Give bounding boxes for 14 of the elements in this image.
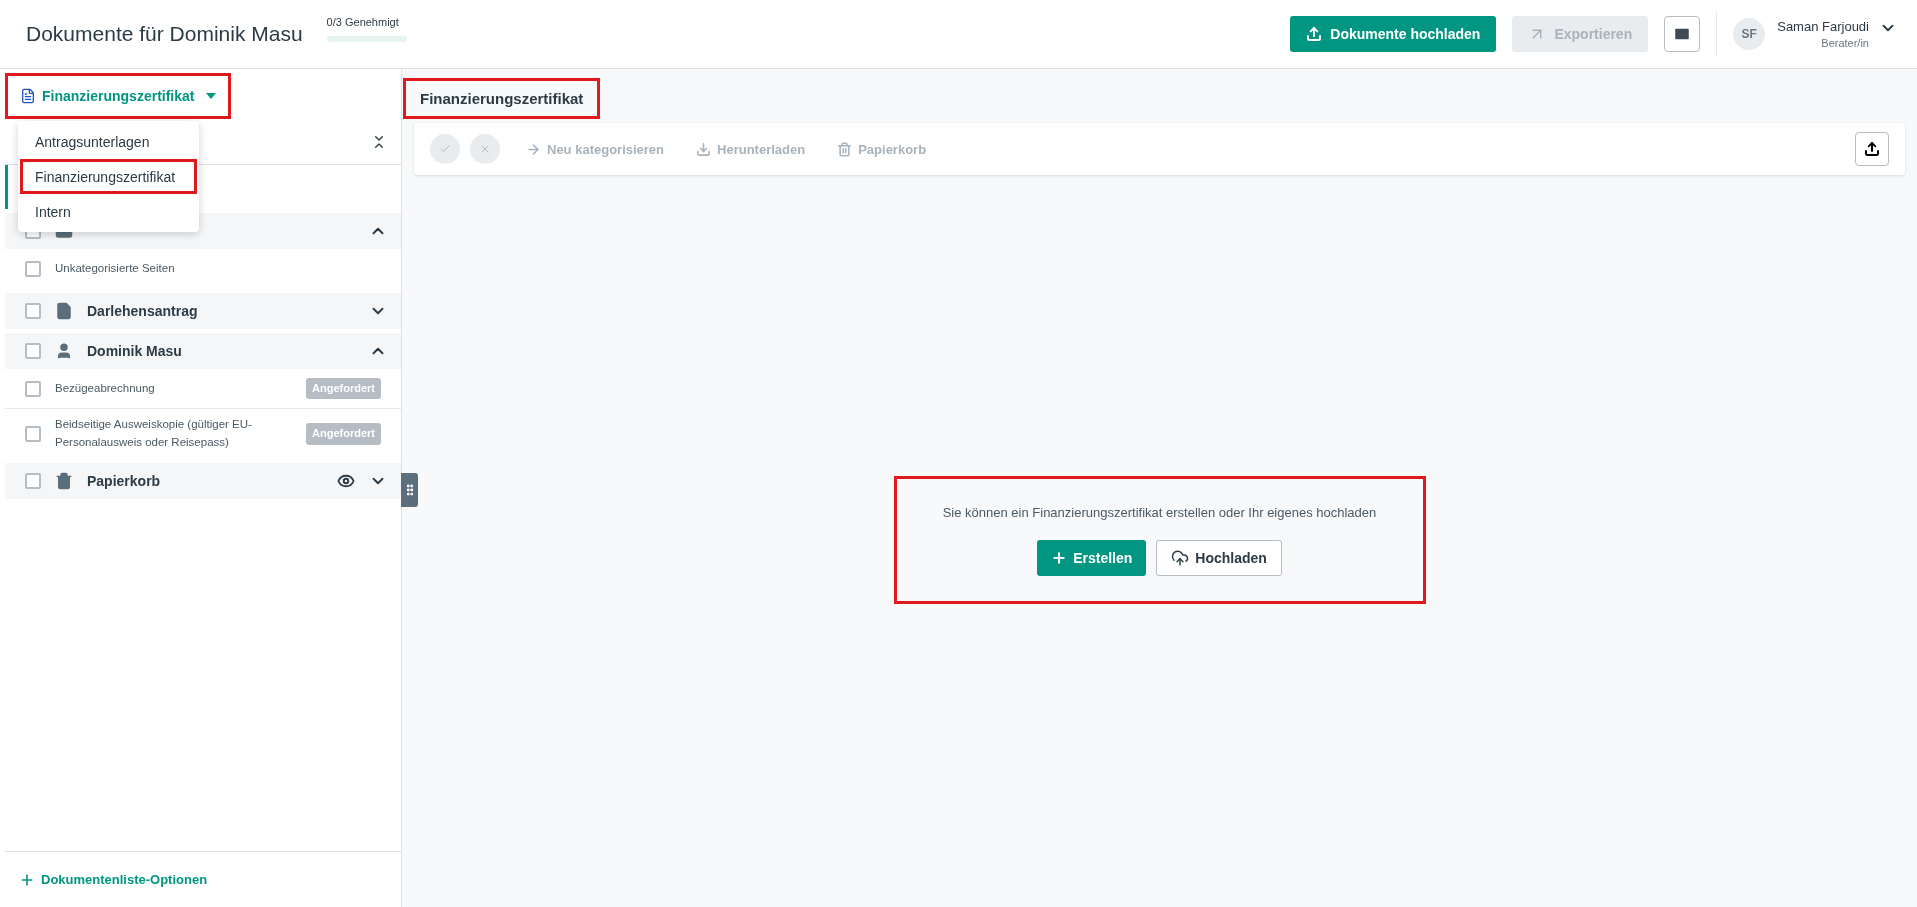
group-title: Papierkorb (87, 473, 162, 489)
document-title: Bezügeabrechnung (55, 380, 156, 396)
document-title: Beidseitige Ausweiskopie (gültiger EU-Personalausweis oder Reisepass) (55, 417, 253, 450)
status-badge: Angefordert (306, 377, 381, 399)
user-role: Berater/in (1821, 37, 1869, 49)
section-title: Finanzierungszertifikat (403, 78, 601, 119)
group-title: Darlehensantrag (87, 303, 199, 319)
group-title: Dominik Masu (87, 343, 183, 359)
document-title: Unkategorisierte Seiten (55, 261, 176, 277)
status-badge: Angefordert (306, 423, 381, 445)
empty-state-message: Sie können ein Finanzierungszertifikat erstellen oder Ihr eigenes hochladen (942, 504, 1377, 520)
approval-count: 0/3 Genehmigt (326, 16, 400, 28)
user-name: Saman Farjoudi (1777, 19, 1869, 34)
page-title: Dokumente für Dominik Masu (26, 22, 303, 46)
